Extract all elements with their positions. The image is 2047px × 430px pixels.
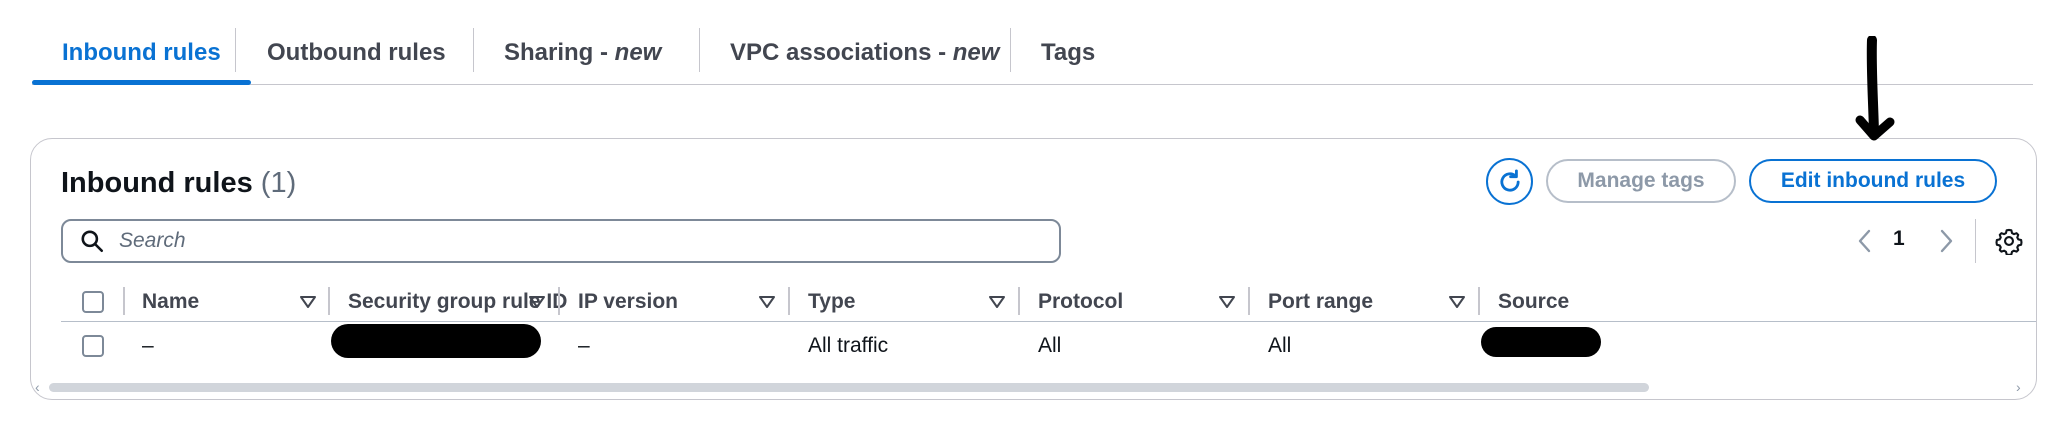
redacted-rule-id: [331, 324, 541, 358]
tab-label: VPC associations -: [730, 38, 953, 66]
panel-title-text: Inbound rules: [61, 167, 253, 199]
column-divider[interactable]: [788, 287, 790, 315]
column-divider[interactable]: [328, 287, 330, 315]
column-header-source[interactable]: Source: [1498, 285, 1569, 319]
tab-label: Tags: [1041, 38, 1096, 66]
column-divider[interactable]: [1248, 287, 1250, 315]
tab-divider: [235, 28, 236, 72]
column-divider: [123, 287, 125, 315]
refresh-button[interactable]: [1486, 158, 1533, 205]
tab-label: Sharing -: [504, 38, 615, 66]
row-select-checkbox[interactable]: [82, 335, 104, 357]
cell-port-range: All: [1268, 334, 1292, 357]
scroll-left-icon[interactable]: ‹: [35, 379, 40, 395]
edit-inbound-rules-button[interactable]: Edit inbound rules: [1749, 159, 1997, 203]
column-header-port-range[interactable]: Port range: [1268, 285, 1373, 319]
column-label: Protocol: [1038, 290, 1124, 313]
column-divider[interactable]: [1478, 287, 1480, 315]
search-icon: [81, 230, 104, 253]
column-label: Port range: [1268, 290, 1374, 313]
refresh-icon: [1499, 169, 1520, 191]
manage-tags-button[interactable]: Manage tags: [1546, 159, 1736, 203]
column-header-name[interactable]: Name: [142, 285, 199, 319]
column-header-ip-version[interactable]: IP version: [578, 285, 678, 319]
panel-title: Inbound rules (1): [61, 167, 296, 200]
column-divider[interactable]: [558, 287, 560, 315]
scroll-right-icon[interactable]: ›: [2016, 379, 2021, 395]
column-label: Source: [1498, 290, 1570, 313]
manage-tags-label: Manage tags: [1577, 169, 1705, 192]
current-page[interactable]: 1: [1893, 227, 1905, 251]
table-header-divider: [61, 321, 2036, 322]
sort-caret-icon[interactable]: [758, 293, 776, 311]
tab-bar: Inbound rules Outbound rules Sharing - n…: [32, 22, 2033, 85]
edit-inbound-rules-label: Edit inbound rules: [1780, 169, 1966, 192]
tab-outbound-rules[interactable]: Outbound rules: [237, 22, 476, 83]
pager-divider: [1975, 219, 1976, 263]
sort-caret-icon[interactable]: [1218, 293, 1236, 311]
column-label: Type: [808, 290, 856, 313]
rule-count: (1): [260, 167, 297, 199]
select-all-checkbox[interactable]: [82, 291, 104, 313]
column-header-protocol[interactable]: Protocol: [1038, 285, 1123, 319]
chevron-left-icon[interactable]: [1853, 227, 1877, 255]
sort-caret-icon[interactable]: [988, 293, 1006, 311]
inbound-rules-panel: Inbound rules (1) Manage tags Edit inbou…: [30, 138, 2037, 400]
cell-type: All traffic: [808, 334, 889, 357]
tab-new-badge: new: [952, 38, 1000, 66]
tab-inbound-rules[interactable]: Inbound rules: [32, 22, 251, 85]
chevron-right-icon[interactable]: [1934, 227, 1958, 255]
column-divider[interactable]: [1018, 287, 1020, 315]
sort-caret-icon[interactable]: [528, 293, 546, 311]
tab-label: Outbound rules: [267, 38, 446, 66]
search-input[interactable]: [117, 228, 1021, 254]
cell-protocol: All: [1038, 334, 1062, 357]
sort-caret-icon[interactable]: [299, 293, 317, 311]
column-label: IP version: [578, 290, 678, 313]
column-label: Name: [142, 290, 200, 313]
horizontal-scrollbar[interactable]: [49, 383, 1649, 392]
settings-gear-icon[interactable]: [1995, 227, 2023, 255]
tab-sharing[interactable]: Sharing - new: [474, 22, 691, 83]
cell-ip-version: –: [578, 334, 590, 357]
tab-label: Inbound rules: [62, 38, 221, 66]
annotation-arrow-icon: [1855, 36, 1895, 141]
tab-tags[interactable]: Tags: [1011, 22, 1125, 83]
search-box: [61, 219, 1061, 263]
tab-vpc-associations[interactable]: VPC associations - new: [700, 22, 1029, 83]
sort-caret-icon[interactable]: [1448, 293, 1466, 311]
redacted-source: [1481, 327, 1601, 357]
column-header-type[interactable]: Type: [808, 285, 855, 319]
tab-new-badge: new: [614, 38, 662, 66]
cell-name: –: [142, 334, 154, 357]
